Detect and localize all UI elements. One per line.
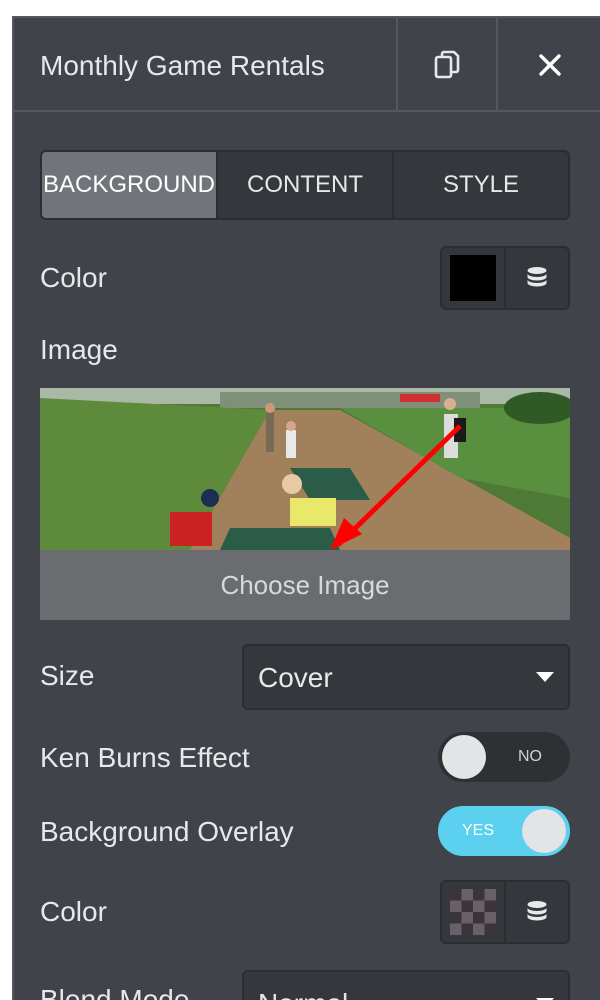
overlay-color-label: Color (40, 896, 107, 927)
panel-header: Monthly Game Rentals (14, 18, 600, 112)
global-color-button[interactable] (506, 248, 568, 308)
duplicate-button[interactable] (396, 18, 496, 112)
image-chooser[interactable]: Choose Image (40, 388, 570, 620)
database-icon (527, 901, 547, 921)
ken-burns-label: Ken Burns Effect (40, 742, 250, 773)
size-label: Size (40, 660, 95, 691)
background-overlay-label: Background Overlay (40, 816, 294, 847)
tab-bar: BACKGROUND CONTENT STYLE (40, 150, 570, 220)
image-preview (40, 388, 570, 550)
tab-content[interactable]: CONTENT (216, 152, 392, 218)
overlay-color-picker (440, 880, 570, 944)
ken-burns-toggle[interactable]: NO (438, 732, 570, 782)
tab-background[interactable]: BACKGROUND (42, 152, 216, 218)
color-swatch (450, 255, 496, 301)
close-icon (539, 54, 561, 76)
blend-mode-select[interactable]: Normal (242, 970, 570, 1000)
color-picker (440, 246, 570, 310)
blend-mode-label: Blend Mode (40, 984, 190, 1000)
toggle-state-label: YES (462, 822, 495, 839)
size-select-value: Cover (258, 662, 333, 693)
image-label: Image (40, 334, 118, 365)
choose-image-label: Choose Image (220, 569, 390, 600)
background-overlay-toggle[interactable]: YES (438, 806, 570, 856)
overlay-color-swatch-button[interactable] (442, 882, 506, 942)
size-select[interactable]: Cover (242, 644, 570, 710)
tab-style[interactable]: STYLE (392, 152, 568, 218)
settings-panel: Monthly Game Rentals BACKGROUND CONTENT … (12, 16, 600, 1000)
color-swatch-button[interactable] (442, 248, 506, 308)
toggle-knob (442, 735, 486, 779)
blend-mode-select-value: Normal (258, 988, 348, 1000)
chevron-down-icon (536, 672, 554, 682)
close-button[interactable] (496, 18, 600, 112)
panel-title: Monthly Game Rentals (40, 50, 325, 81)
overlay-color-swatch (450, 889, 496, 935)
database-icon (527, 267, 547, 287)
color-label: Color (40, 262, 107, 293)
overlay-global-color-button[interactable] (506, 882, 568, 942)
copy-icon (434, 50, 460, 79)
toggle-state-label: NO (518, 748, 542, 765)
toggle-knob (522, 809, 566, 853)
